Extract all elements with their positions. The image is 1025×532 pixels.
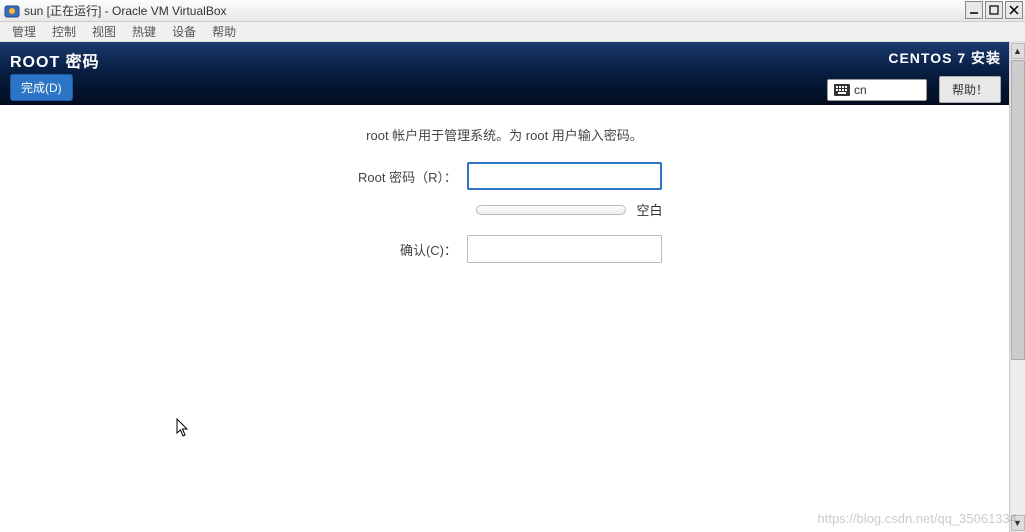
root-password-row: Root 密码（R）： <box>60 162 949 190</box>
root-password-input[interactable] <box>467 162 662 190</box>
menu-devices[interactable]: 设备 <box>164 21 204 42</box>
vm-display-area: ROOT 密码 完成(D) CENTOS 7 安装 <box>0 42 1025 532</box>
keyboard-icon <box>834 84 850 96</box>
header-right: CENTOS 7 安装 cn 帮助！ <box>827 48 1001 103</box>
menu-manage[interactable]: 管理 <box>4 21 44 42</box>
password-strength-label: 空白 <box>636 200 662 219</box>
done-button[interactable]: 完成(D) <box>10 74 73 101</box>
scrollbar-track[interactable] <box>1011 60 1025 514</box>
password-strength-row: 空白 <box>60 200 949 219</box>
menu-control[interactable]: 控制 <box>44 21 84 42</box>
vertical-scrollbar[interactable]: ▲ ▼ <box>1009 42 1025 532</box>
scroll-up-arrow-icon[interactable]: ▲ <box>1011 43 1025 59</box>
vbox-menubar: 管理 控制 视图 热键 设备 帮助 <box>0 22 1025 42</box>
root-password-label: Root 密码（R）： <box>347 167 467 186</box>
vbox-titlebar: sun [正在运行] - Oracle VM VirtualBox <box>0 0 1025 22</box>
vbox-window-controls <box>963 1 1023 19</box>
confirm-password-label: 确认(C)： <box>347 240 467 259</box>
keyboard-layout-indicator[interactable]: cn <box>827 79 927 101</box>
install-title: CENTOS 7 安装 <box>827 48 1001 68</box>
scrollbar-thumb[interactable] <box>1011 60 1025 360</box>
menu-hotkeys[interactable]: 热键 <box>124 21 164 42</box>
description-text: root 帐户用于管理系统。为 root 用户输入密码。 <box>60 125 949 144</box>
scroll-down-arrow-icon[interactable]: ▼ <box>1011 515 1025 531</box>
vbox-window-title: sun [正在运行] - Oracle VM VirtualBox <box>24 2 227 19</box>
maximize-button[interactable] <box>985 1 1003 19</box>
vm-inner: ROOT 密码 完成(D) CENTOS 7 安装 <box>0 42 1009 532</box>
page-title: ROOT 密码 <box>10 48 100 72</box>
close-button[interactable] <box>1005 1 1023 19</box>
password-strength-bar <box>476 205 626 215</box>
anaconda-body: root 帐户用于管理系统。为 root 用户输入密码。 Root 密码（R）：… <box>0 105 1009 293</box>
confirm-password-input[interactable] <box>467 235 662 263</box>
anaconda-header: ROOT 密码 完成(D) CENTOS 7 安装 <box>0 42 1009 105</box>
help-button[interactable]: 帮助！ <box>939 76 1001 103</box>
minimize-button[interactable] <box>965 1 983 19</box>
confirm-password-row: 确认(C)： <box>60 235 949 263</box>
menu-help[interactable]: 帮助 <box>204 21 244 42</box>
vbox-app-icon <box>4 3 20 19</box>
keyboard-layout-label: cn <box>854 83 867 97</box>
menu-view[interactable]: 视图 <box>84 21 124 42</box>
